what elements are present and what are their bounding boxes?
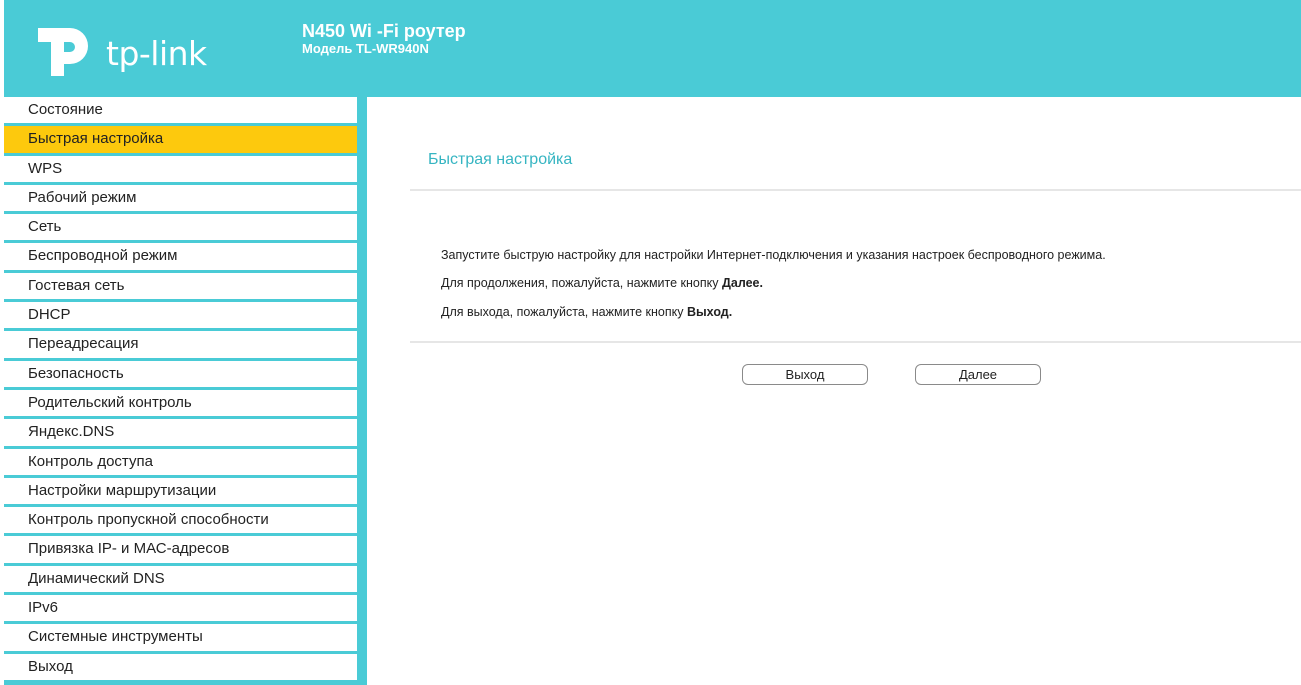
sidebar-item-16[interactable]: Динамический DNS [4, 566, 357, 596]
instruction-line-1: Запустите быструю настройку для настройк… [441, 248, 1106, 262]
sidebar-menu: Состояние Быстрая настройка WPS Рабочий реж… [4, 97, 357, 683]
device-model: Модель TL-WR940N [302, 41, 429, 56]
tp-link-logo-icon [38, 28, 89, 76]
sidebar-item-9[interactable]: Безопасность [4, 361, 357, 390]
sidebar-item-10[interactable]: Родительский контроль [4, 390, 357, 420]
sidebar-item-13[interactable]: Настройки маршрутизации [4, 478, 357, 508]
sidebar-item-2[interactable]: WPS [4, 156, 357, 185]
sidebar-item-6[interactable]: Гостевая сеть [4, 273, 357, 303]
instruction-line-3-text: Для выхода, пожалуйста, нажмите кнопку [441, 305, 687, 319]
divider-top [410, 189, 1301, 191]
sidebar-item-19[interactable]: Выход [4, 654, 357, 683]
sidebar-item-0[interactable]: Состояние [4, 97, 357, 127]
divider-bottom [410, 341, 1301, 343]
sidebar-item-18[interactable]: Системные инструменты [4, 624, 357, 654]
device-title: N450 Wi -Fi роутер [302, 21, 466, 41]
sidebar-item-5[interactable]: Беспроводной режим [4, 243, 357, 273]
sidebar-item-4[interactable]: Сеть [4, 214, 357, 244]
device-title-block: N450 Wi -Fi роутер Модель TL-WR940N [302, 21, 466, 56]
sidebar-item-11[interactable]: Яндекс.DNS [4, 419, 357, 449]
page-title: Быстрая настройка [428, 151, 573, 168]
instruction-line-3-bold: Выход. [686, 305, 733, 319]
sidebar-item-1[interactable]: Быстрая настройка [4, 126, 357, 156]
sidebar-item-7[interactable]: DHCP [4, 302, 357, 332]
sidebar-item-3[interactable]: Рабочий режим [4, 185, 357, 215]
instruction-line-3: Для выхода, пожалуйста, нажмите кнопку В… [441, 305, 732, 319]
sidebar: Состояние Быстрая настройка WPS Рабочий реж… [4, 97, 367, 685]
sidebar-item-12[interactable]: Контроль доступа [4, 449, 357, 478]
next-button[interactable]: Далее [915, 364, 1041, 385]
sidebar-item-8[interactable]: Переадресация [4, 331, 357, 361]
sidebar-item-14[interactable]: Контроль пропускной способности [4, 507, 357, 537]
sidebar-item-15[interactable]: Привязка IP- и МАС-адресов [4, 536, 357, 566]
instruction-line-2-bold: Далее. [721, 276, 763, 290]
main-content: Быстрая настройка Запустите быструю наст… [410, 97, 1301, 685]
instruction-line-2: Для продолжения, пожалуйста, нажмите кно… [441, 276, 763, 290]
exit-button[interactable]: Выход [742, 364, 868, 385]
header: tp-link N450 Wi -Fi роутер Модель TL-WR9… [4, 0, 1301, 97]
logo-text: tp-link [106, 33, 207, 73]
instruction-line-2-text: Для продолжения, пожалуйста, нажмите кно… [441, 276, 722, 290]
tp-link-logo[interactable]: tp-link [34, 22, 207, 78]
sidebar-item-17[interactable]: IPv6 [4, 595, 357, 625]
